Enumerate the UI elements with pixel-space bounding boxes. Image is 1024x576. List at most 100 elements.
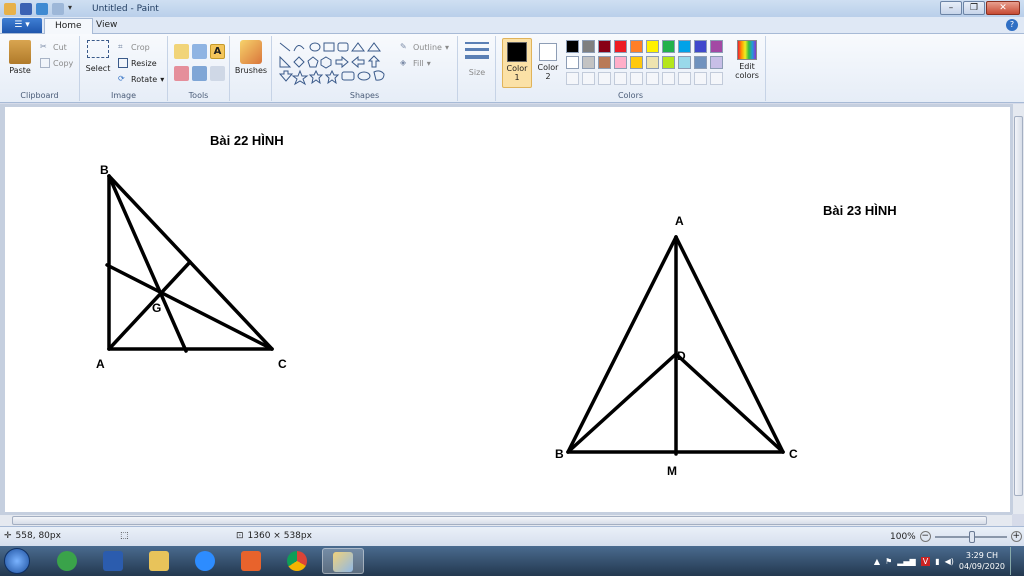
video-call-icon [195,551,215,571]
cut-button[interactable]: ✂ Cut [40,42,67,52]
taskbar-app-browser[interactable] [276,548,318,574]
palette-swatch-empty[interactable] [598,72,611,85]
clock-time: 3:29 CH [965,551,998,560]
fill-bucket-icon[interactable] [192,44,207,59]
flag-icon[interactable]: ⚑ [885,557,892,566]
paint-app-icon[interactable] [4,2,16,15]
network-icon[interactable]: ▂▄▆ [897,557,915,566]
palette-swatch[interactable] [598,56,611,69]
palette-swatch-empty[interactable] [678,72,691,85]
taskbar-app-green[interactable] [46,548,88,574]
palette-swatch[interactable] [582,56,595,69]
palette-swatch-empty[interactable] [630,72,643,85]
save-icon[interactable] [20,2,32,15]
zoom-slider[interactable] [934,530,1007,543]
edit-colors-button[interactable]: Edit colors [732,40,762,80]
taskbar-app-zoom[interactable] [184,548,226,574]
start-button[interactable] [4,548,30,574]
taskbar-app-shield[interactable] [230,548,272,574]
tab-view[interactable]: View [86,18,127,34]
redo-icon[interactable] [52,2,64,15]
restore-button[interactable]: ❐ [963,1,985,15]
palette-swatch-empty[interactable] [566,72,579,85]
palette-swatch[interactable] [582,40,595,53]
taskbar-app-word[interactable] [92,548,134,574]
help-icon[interactable]: ? [1006,19,1018,31]
vertical-scroll-thumb[interactable] [1014,116,1023,496]
size-group: Size [458,36,496,101]
palette-swatch[interactable] [646,40,659,53]
taskbar-app-paint[interactable] [322,548,364,574]
paste-button[interactable]: Paste [6,40,34,75]
palette-swatch[interactable] [678,40,691,53]
size-button[interactable]: Size [462,42,492,77]
vertical-scrollbar[interactable] [1012,104,1024,514]
palette-swatch-empty[interactable] [710,72,723,85]
outline-dropdown[interactable]: ✎ Outline ▾ [400,42,449,52]
close-button[interactable]: ✕ [986,1,1020,15]
palette-swatch-empty[interactable] [694,72,707,85]
palette-swatch-empty[interactable] [662,72,675,85]
fill-dropdown[interactable]: ◈ Fill ▾ [400,58,431,68]
zoom-in-icon[interactable]: + [1010,531,1022,542]
show-hidden-icons-icon[interactable]: ▲ [874,557,880,566]
palette-swatch[interactable] [710,40,723,53]
show-desktop-button[interactable] [1010,547,1018,575]
palette-swatch-empty[interactable] [646,72,659,85]
text-tool-icon[interactable]: A [210,44,225,59]
brushes-button[interactable]: Brushes [234,40,268,75]
horizontal-scrollbar[interactable] [0,514,1012,526]
copy-button[interactable]: Copy [40,58,73,68]
color-picker-icon[interactable] [192,66,207,81]
drawing-canvas[interactable]: Bài 22 HÌNH B A C G Bài 23 HÌNH A B C D … [5,107,1010,512]
taskbar-app-explorer[interactable] [138,548,180,574]
antivirus-icon[interactable]: V [920,556,931,566]
zoom-slider-thumb[interactable] [968,530,975,543]
palette-swatch[interactable] [614,56,627,69]
palette-swatch[interactable] [678,56,691,69]
taskbar: ▲ ⚑ ▂▄▆ V ▮ ◀) 3:29 CH 04/09/2020 [0,546,1024,576]
fig23-label-a: A [675,214,684,228]
image-size-icon: ⊡ [236,531,244,541]
zoom-out-icon[interactable]: − [919,531,931,542]
palette-swatch[interactable] [566,40,579,53]
palette-swatch[interactable] [630,40,643,53]
clock[interactable]: 3:29 CH 04/09/2020 [959,550,1005,572]
horizontal-scroll-thumb[interactable] [12,516,987,525]
select-button[interactable]: Select [84,40,112,73]
rotate-button[interactable]: ⟳ Rotate ▾ [118,74,164,84]
palette-swatch[interactable] [646,56,659,69]
palette-swatch[interactable] [566,56,579,69]
volume-icon[interactable]: ◀) [945,557,954,566]
ribbon: Paste ✂ Cut Copy Clipboard Select ⌗ Crop… [0,34,1024,103]
quick-access-toolbar: ▾ [0,2,80,15]
eraser-icon[interactable] [174,66,189,81]
color2-button[interactable]: Color 2 [534,38,562,88]
palette-swatch[interactable] [710,56,723,69]
scissors-icon: ✂ [40,42,47,51]
magnifier-icon[interactable] [210,66,225,81]
palette-swatch[interactable] [598,40,611,53]
palette-swatch[interactable] [662,40,675,53]
battery-icon[interactable]: ▮ [935,557,939,566]
fill-icon: ◈ [400,58,407,67]
pencil-icon[interactable] [174,44,189,59]
customize-qat-icon[interactable]: ▾ [68,3,80,15]
color1-swatch [507,42,527,62]
color2-swatch [539,43,557,61]
palette-swatch[interactable] [694,56,707,69]
file-menu-button[interactable]: ☰ ▾ [2,18,42,33]
palette-swatch-empty[interactable] [582,72,595,85]
resize-button[interactable]: Resize [118,58,157,68]
palette-swatch[interactable] [662,56,675,69]
undo-icon[interactable] [36,2,48,15]
crop-button[interactable]: ⌗ Crop [118,42,150,52]
minimize-button[interactable]: – [940,1,962,15]
palette-swatch-empty[interactable] [614,72,627,85]
palette-swatch[interactable] [614,40,627,53]
outline-icon: ✎ [400,42,407,51]
color1-button[interactable]: Color 1 [502,38,532,88]
shapes-gallery[interactable] [278,41,390,87]
palette-swatch[interactable] [694,40,707,53]
palette-swatch[interactable] [630,56,643,69]
